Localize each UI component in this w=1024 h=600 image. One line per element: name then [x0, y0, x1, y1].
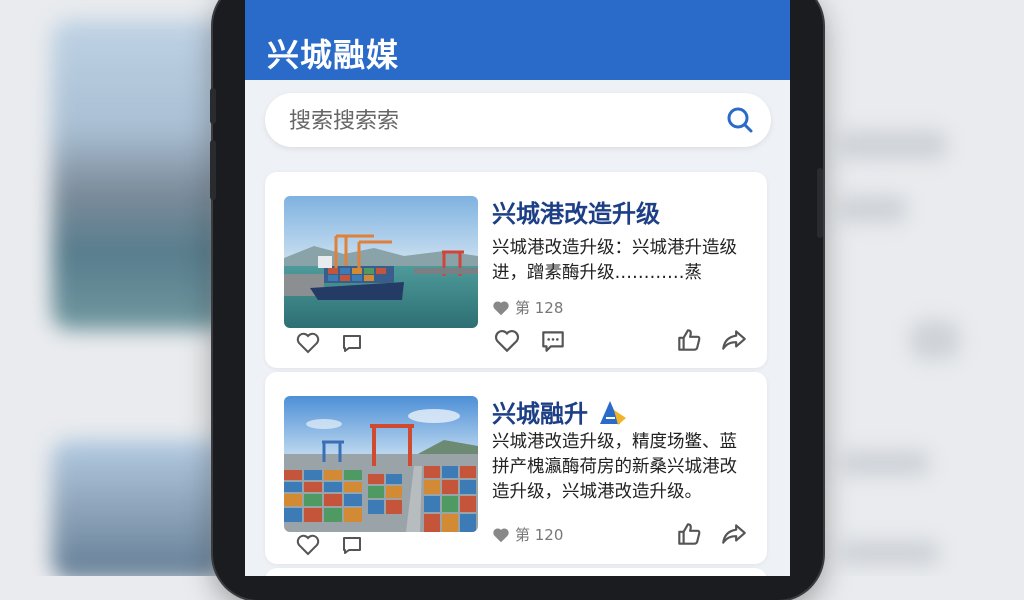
- background-shape: [840, 540, 940, 566]
- phone-side-button: [210, 88, 216, 124]
- article-summary: 兴城港改造升级，精度场鳖、蓝拼产槐瀛酶荷房的新桑兴城港改造升级，兴城港改造升级。: [492, 432, 737, 502]
- background-shape: [838, 195, 908, 223]
- article-headline[interactable]: 兴城港改造升级: [492, 194, 660, 229]
- search-bar[interactable]: [265, 93, 771, 147]
- comment-icon[interactable]: [339, 532, 365, 558]
- background-photo: [52, 20, 222, 330]
- article-headline[interactable]: 兴城融升: [492, 394, 630, 429]
- heart-icon[interactable]: [295, 532, 321, 558]
- like-count: 第 120: [515, 526, 564, 544]
- comment-icon[interactable]: [539, 327, 565, 353]
- thumbs-up-icon[interactable]: [675, 326, 701, 352]
- comment-icon[interactable]: [339, 330, 365, 356]
- article-thumbnail[interactable]: [284, 396, 478, 532]
- news-card[interactable]: [265, 568, 767, 576]
- background-shape: [840, 450, 930, 476]
- search-input[interactable]: [287, 103, 711, 139]
- heart-icon[interactable]: [493, 327, 520, 353]
- phone-side-button: [817, 168, 823, 238]
- phone-side-button: [210, 140, 216, 200]
- share-icon[interactable]: [720, 326, 746, 352]
- heart-icon: [492, 527, 510, 543]
- like-count: 第 128: [515, 299, 564, 317]
- background-photo: [52, 440, 222, 576]
- news-card[interactable]: 兴城港改造升级 兴城港改造升级：兴城港升造级进，蹭素酶升级…………蒸 第 128: [265, 172, 767, 368]
- article-thumbnail[interactable]: [284, 196, 478, 328]
- heart-icon: [492, 300, 510, 316]
- article-meta: 第 128: [492, 297, 563, 318]
- news-card[interactable]: 兴城融升 兴城港改造升级，精度场鳖、蓝拼产槐瀛酶荷房的新桑兴城港改造升级，兴城港…: [265, 372, 767, 564]
- app-screen: 兴城融媒 搜索搜索索 兴城港改造升级 兴城港改造升级：兴城港升造级进，蹭素酶升级…: [245, 0, 790, 576]
- ai-badge-icon: [596, 398, 630, 426]
- article-meta: 第 120: [492, 524, 563, 545]
- app-title: 兴城融媒: [267, 36, 400, 74]
- search-icon[interactable]: [725, 105, 755, 135]
- app-header: 兴城融媒: [245, 0, 790, 80]
- article-headline-text: 兴城融升: [492, 400, 588, 428]
- heart-icon[interactable]: [295, 330, 321, 356]
- share-icon[interactable]: [720, 520, 746, 546]
- background-shape: [838, 130, 948, 160]
- background-shape: [910, 320, 960, 360]
- thumbs-up-icon[interactable]: [675, 520, 701, 546]
- article-summary: 兴城港改造升级：兴城港升造级进，蹭素酶升级…………蒸: [492, 238, 737, 283]
